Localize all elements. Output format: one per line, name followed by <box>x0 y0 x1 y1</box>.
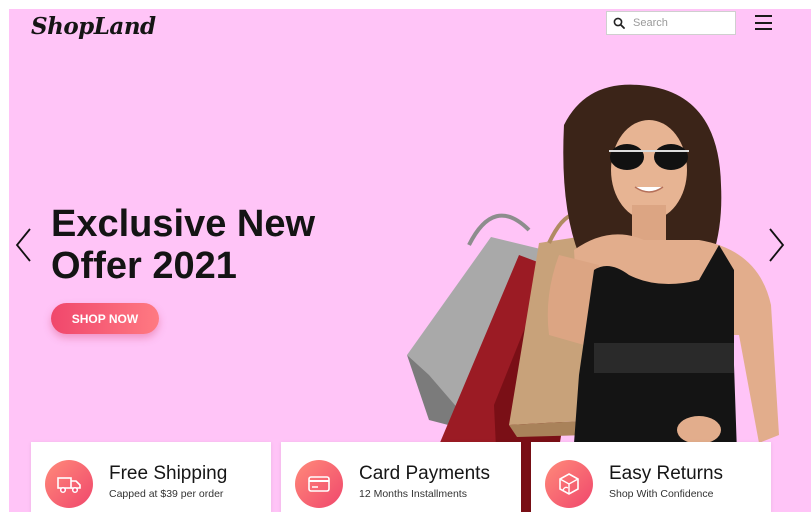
search-icon <box>613 17 625 29</box>
search-input[interactable] <box>633 17 733 29</box>
return-box-icon <box>545 460 593 508</box>
feature-title: Easy Returns <box>609 463 724 484</box>
hero-headline: Exclusive New Offer 2021 <box>51 203 315 287</box>
hero-headline-line2: Offer 2021 <box>51 245 237 287</box>
feature-subtitle: 12 Months Installments <box>359 488 467 500</box>
credit-card-icon <box>295 460 343 508</box>
feature-card-payments: Card Payments 12 Months Installments <box>281 442 521 512</box>
truck-icon <box>45 460 93 508</box>
feature-title: Card Payments <box>359 463 490 484</box>
search-box[interactable] <box>606 11 736 35</box>
shop-now-button[interactable]: SHOP NOW <box>51 303 159 334</box>
hero-page: ShopLand Exclusive New Offer 2021 SHOP N… <box>9 9 811 512</box>
feature-card-shipping: Free Shipping Capped at $39 per order <box>31 442 271 512</box>
feature-subtitle: Capped at $39 per order <box>109 488 224 500</box>
feature-subtitle: Shop With Confidence <box>609 488 714 500</box>
hero-headline-line1: Exclusive New <box>51 203 316 245</box>
features-row: Free Shipping Capped at $39 per order Ca… <box>31 442 791 512</box>
feature-card-returns: Easy Returns Shop With Confidence <box>531 442 771 512</box>
feature-title: Free Shipping <box>109 463 228 484</box>
hamburger-menu-icon[interactable] <box>755 15 772 30</box>
site-logo[interactable]: ShopLand <box>31 13 156 40</box>
chevron-left-icon[interactable] <box>14 227 32 263</box>
